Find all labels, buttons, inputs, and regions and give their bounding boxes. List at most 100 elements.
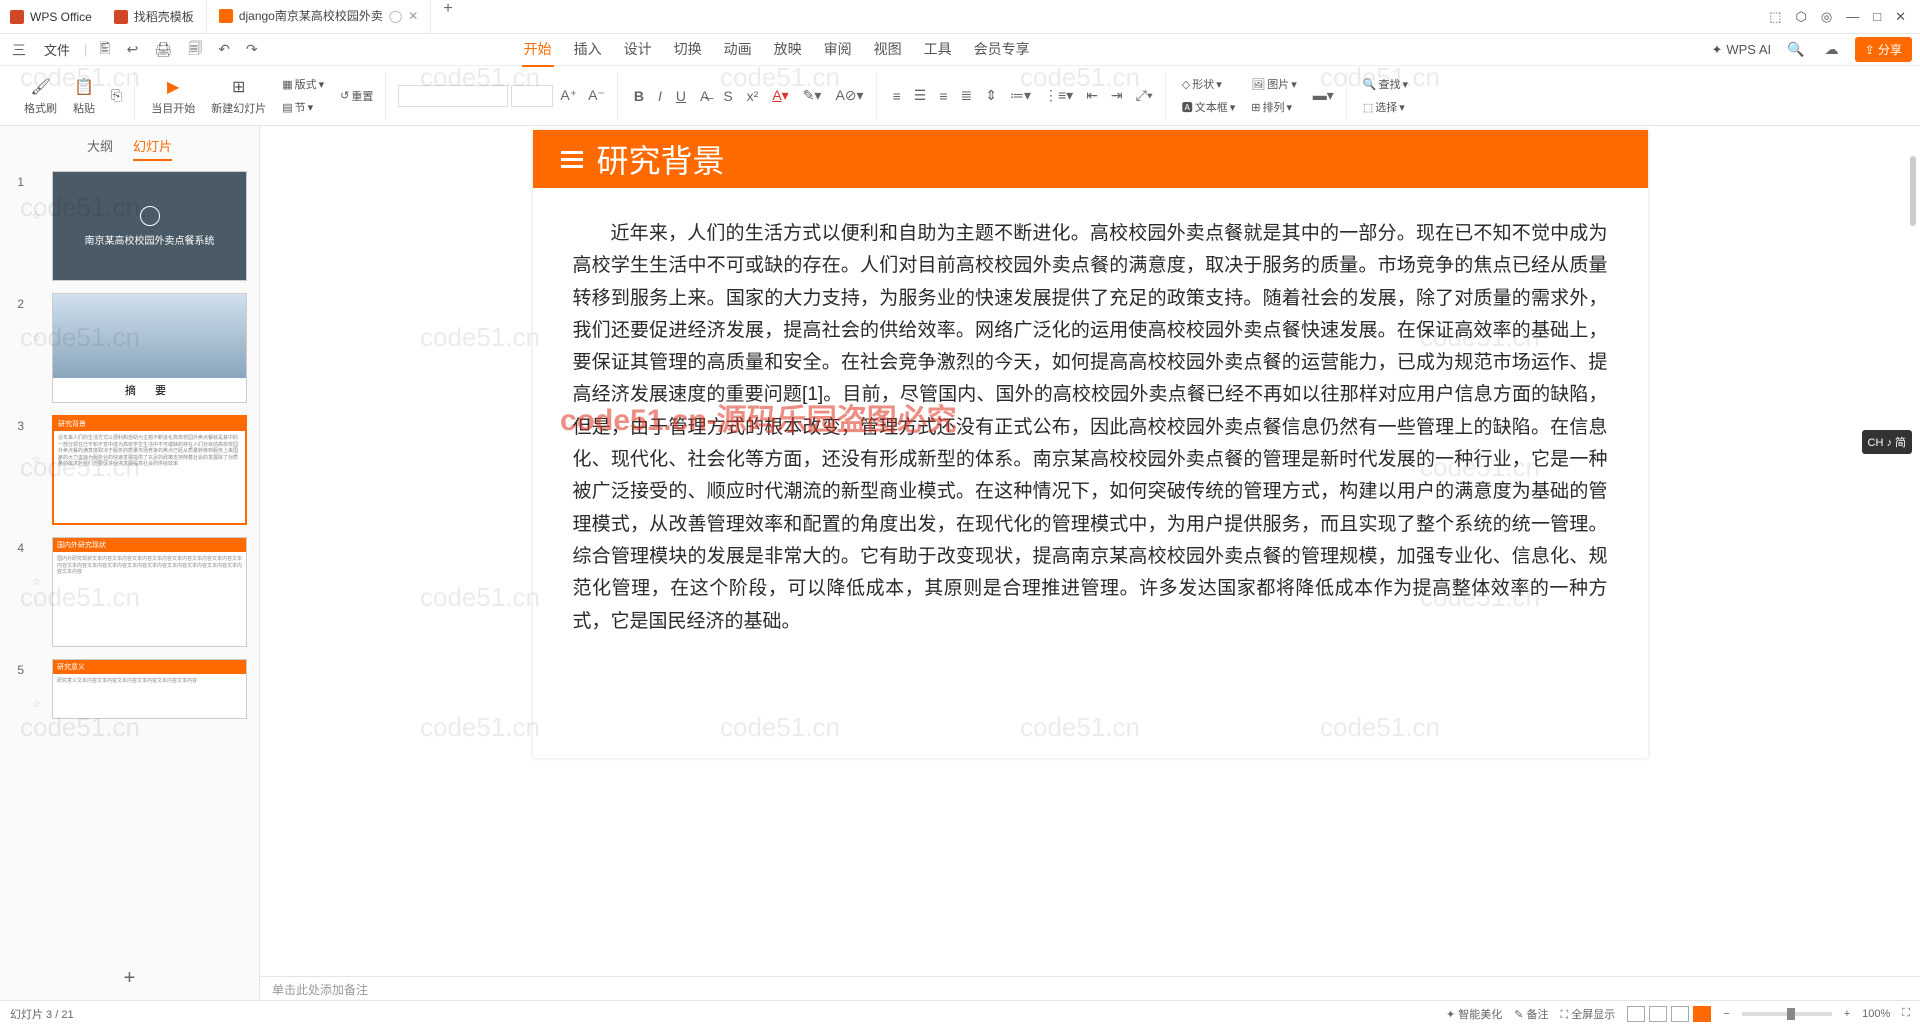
star-icon[interactable]: ☆ xyxy=(32,659,44,710)
wps-ai-button[interactable]: ✦ WPS AI xyxy=(1711,42,1771,58)
italic-icon[interactable]: I xyxy=(654,86,666,106)
tab-slideshow[interactable]: 放映 xyxy=(772,33,804,67)
slide-thumb-1[interactable]: 南京某高校校园外卖点餐系统 xyxy=(52,171,247,281)
bullets-icon[interactable]: ≔▾ xyxy=(1006,85,1035,106)
line-spacing-icon[interactable]: ⇕ xyxy=(981,85,1001,106)
view-normal-icon[interactable] xyxy=(1627,1006,1645,1022)
font-family-input[interactable] xyxy=(398,85,508,107)
preview-icon[interactable]: 🗐 xyxy=(184,36,206,64)
copy-icon[interactable]: ⎘ xyxy=(107,85,126,106)
tab-view[interactable]: 视图 xyxy=(872,33,904,67)
smart-beautify-button[interactable]: ✦ 智能美化 xyxy=(1446,1006,1502,1022)
print-icon[interactable]: 🖨 xyxy=(150,39,176,60)
share-button[interactable]: ⇪ 分享 xyxy=(1855,37,1912,62)
slide-thumb-5[interactable]: 研究意义 研究意义文本内容文本内容文本内容文本内容文本内容文本内容 xyxy=(52,659,247,719)
pin-icon[interactable]: ◯ xyxy=(389,9,402,23)
format-painter-button[interactable]: 🖌 格式刷 xyxy=(20,74,61,118)
tab-start[interactable]: 开始 xyxy=(522,33,554,67)
tab-tools[interactable]: 工具 xyxy=(922,33,954,67)
paste-button[interactable]: 📋 粘贴 xyxy=(69,74,99,118)
export-icon[interactable]: ↩ xyxy=(123,39,143,60)
save-icon[interactable]: 🖺 xyxy=(95,36,114,64)
tab-transition[interactable]: 切换 xyxy=(672,33,704,67)
highlight-icon[interactable]: ✎▾ xyxy=(799,85,826,106)
view-sorter-icon[interactable] xyxy=(1649,1006,1667,1022)
slide-thumb-2[interactable]: 摘 要 xyxy=(52,293,247,403)
bold-icon[interactable]: B xyxy=(630,86,648,106)
find-button[interactable]: 🔍 查找 ▾ xyxy=(1359,74,1412,94)
doc-tab-current[interactable]: django南京某高校校园外卖 ◯ ✕ xyxy=(207,0,432,33)
notes-input[interactable]: 单击此处添加备注 xyxy=(260,976,1920,1000)
font-size-input[interactable] xyxy=(511,85,553,107)
textbox-button[interactable]: 🅰 文本框 ▾ xyxy=(1178,97,1240,117)
underline-icon[interactable]: U xyxy=(672,86,690,106)
zoom-out-icon[interactable]: − xyxy=(1723,1008,1729,1020)
scroll-thumb[interactable] xyxy=(1910,156,1916,226)
align-left-icon[interactable]: ≡ xyxy=(889,86,905,106)
maximize-icon[interactable]: □ xyxy=(1873,9,1881,25)
side-tab-outline[interactable]: 大纲 xyxy=(87,136,113,161)
tab-animation[interactable]: 动画 xyxy=(722,33,754,67)
numbering-icon[interactable]: ⋮≡▾ xyxy=(1040,85,1077,106)
reset-button[interactable]: ↺ 重置 xyxy=(336,86,377,106)
align-right-icon[interactable]: ≡ xyxy=(935,86,951,106)
minimize-icon[interactable]: — xyxy=(1846,9,1859,25)
shape-button[interactable]: ◇ 形状 ▾ xyxy=(1178,74,1240,94)
align-center-icon[interactable]: ☰ xyxy=(910,85,931,106)
view-reading-icon[interactable] xyxy=(1671,1006,1689,1022)
fill-color-icon[interactable]: ▬▾ xyxy=(1309,85,1338,106)
redo-icon[interactable]: ↷ xyxy=(242,39,262,60)
strikethrough-icon[interactable]: S xyxy=(719,86,736,106)
zoom-handle[interactable] xyxy=(1787,1008,1795,1020)
star-icon[interactable]: ☆ xyxy=(32,171,44,222)
zoom-percent[interactable]: 100% xyxy=(1862,1008,1890,1020)
new-slide-button[interactable]: ⊞ 新建幻灯片 xyxy=(207,74,270,118)
add-slide-button[interactable]: + xyxy=(124,967,136,990)
fit-icon[interactable]: ⛶ xyxy=(1902,1007,1910,1020)
win-btn-2-icon[interactable]: ⬡ xyxy=(1796,9,1807,25)
fullscreen-button[interactable]: ⛶ 全屏显示 xyxy=(1561,1006,1616,1022)
justify-icon[interactable]: ≣ xyxy=(956,85,976,106)
superscript-icon[interactable]: x² xyxy=(743,86,763,106)
close-icon[interactable]: ✕ xyxy=(1895,9,1906,25)
star-icon[interactable]: ☆ xyxy=(32,537,44,588)
zoom-slider[interactable] xyxy=(1742,1012,1832,1016)
tab-design[interactable]: 设计 xyxy=(622,33,654,67)
doc-tab-template[interactable]: 找稻壳模板 xyxy=(102,0,207,33)
slide-thumb-4[interactable]: 国内外研究现状 国内外研究现状文本内容文本内容文本内容文本内容文本内容文本内容文… xyxy=(52,537,247,647)
add-tab-button[interactable]: + xyxy=(431,0,464,33)
increase-font-icon[interactable]: A⁺ xyxy=(556,85,581,106)
thumbnail-list[interactable]: 1 ☆ 南京某高校校园外卖点餐系统 2 ☆ 摘 要 3 ☆ 研究 xyxy=(0,167,259,957)
tab-insert[interactable]: 插入 xyxy=(572,33,604,67)
lang-indicator[interactable]: CH ♪ 简 xyxy=(1862,430,1913,454)
select-button[interactable]: ⬚ 选择 ▾ xyxy=(1359,97,1412,117)
indent-dec-icon[interactable]: ⇤ xyxy=(1082,85,1102,106)
from-current-button[interactable]: ▶ 当目开始 xyxy=(147,74,199,118)
clear-format-icon[interactable]: A⊘▾ xyxy=(831,85,867,106)
arrange-button[interactable]: ⊞ 排列 ▾ xyxy=(1247,97,1301,117)
strike-icon[interactable]: A̶ xyxy=(696,86,713,106)
undo-icon[interactable]: ↶ xyxy=(214,39,234,60)
vertical-scrollbar[interactable] xyxy=(1908,126,1918,970)
font-color-icon[interactable]: A▾ xyxy=(768,85,792,106)
side-tab-slides[interactable]: 幻灯片 xyxy=(133,136,172,161)
decrease-font-icon[interactable]: A⁻ xyxy=(584,85,609,106)
indent-inc-icon[interactable]: ⇥ xyxy=(1107,85,1127,106)
win-btn-3-icon[interactable]: ◎ xyxy=(1821,9,1832,25)
canvas-scroll[interactable]: 研究背景 近年来，人们的生活方式以便利和自助为主题不断进化。高校校园外卖点餐就是… xyxy=(260,126,1920,976)
view-slideshow-icon[interactable] xyxy=(1693,1006,1711,1022)
section-button[interactable]: ▤ 节 ▾ xyxy=(278,97,328,117)
cloud-icon[interactable]: ☁ xyxy=(1821,39,1843,60)
picture-button[interactable]: 🖼 图片 ▾ xyxy=(1247,74,1301,94)
tab-review[interactable]: 审阅 xyxy=(822,33,854,67)
notes-button[interactable]: ✎ 备注 xyxy=(1514,1006,1548,1022)
close-tab-icon[interactable]: ✕ xyxy=(408,9,418,23)
file-menu[interactable]: 文件 xyxy=(38,36,76,63)
tab-member[interactable]: 会员专享 xyxy=(972,33,1032,67)
star-icon[interactable]: ☆ xyxy=(32,293,44,344)
zoom-in-icon[interactable]: + xyxy=(1844,1008,1850,1020)
hamburger-icon[interactable]: 三 xyxy=(8,38,30,62)
layout-button[interactable]: ▦ 版式 ▾ xyxy=(278,74,328,94)
search-icon[interactable]: 🔍 xyxy=(1783,39,1808,60)
slide-body-text[interactable]: 近年来，人们的生活方式以便利和自助为主题不断进化。高校校园外卖点餐就是其中的一部… xyxy=(533,188,1648,668)
